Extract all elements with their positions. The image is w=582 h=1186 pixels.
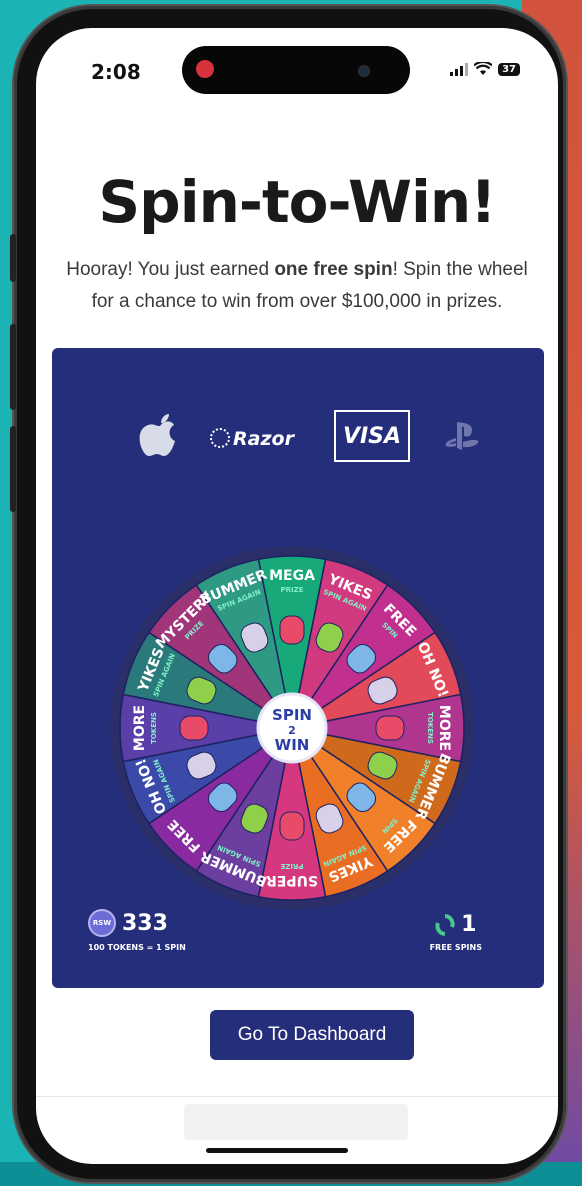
page-title: Spin-to-Win! (98, 168, 496, 236)
wheel-segment-title: MORE (436, 705, 452, 751)
wheel-character-icon (279, 811, 305, 841)
wheel-center-line3: WIN (275, 736, 310, 754)
wheel-segment-title: SUPER (266, 872, 318, 888)
status-icons: 37 (450, 62, 520, 76)
refresh-arrows-icon (435, 913, 455, 936)
token-balance: RSW 333 100 TOKENS = 1 SPIN (88, 909, 186, 952)
camera-icon (358, 65, 370, 77)
spin-wheel-panel: Razor VISA MEGA PRIZE YIKES SPIN AGAIN FREE S… (52, 348, 544, 988)
token-rate-note: 100 TOKENS = 1 SPIN (88, 943, 186, 952)
wheel-segment-title: MORE (132, 705, 148, 751)
wheel-character-icon (375, 715, 405, 741)
free-spins-label: FREE SPINS (429, 943, 482, 952)
phone-side-button (10, 234, 16, 282)
description-text-start: Hooray! You just earned (66, 259, 275, 280)
wheel-center-line1: SPIN (272, 706, 312, 724)
description-highlight: one free spin (274, 259, 393, 280)
signal-icon (450, 62, 469, 76)
home-indicator[interactable] (206, 1148, 348, 1153)
go-to-dashboard-button[interactable]: Go To Dashboard (210, 1010, 414, 1060)
free-spins-count: 1 (461, 912, 477, 937)
phone-volume-down (10, 426, 16, 512)
footer-divider (36, 1096, 558, 1097)
dynamic-island (182, 46, 410, 94)
phone-volume-up (10, 324, 16, 410)
wheel-segment-subtitle: TOKENS (150, 712, 158, 744)
razor-logo-text: Razor (233, 428, 294, 450)
razor-logo: Razor (210, 428, 294, 450)
page-description: Hooray! You just earned one free spin! S… (66, 254, 528, 318)
wifi-icon (474, 62, 493, 75)
wheel-segment-subtitle: PRIZE (280, 862, 303, 870)
wheel-segment-subtitle: TOKENS (426, 712, 434, 744)
visa-logo: VISA (334, 410, 410, 462)
token-coin-icon: RSW (88, 909, 116, 937)
wheel-character-icon (179, 715, 209, 741)
prize-wheel[interactable]: MEGAPRIZE YIKESSPIN AGAINFREESPINOH NO!MO… (108, 544, 476, 912)
prize-brands-row: Razor VISA (52, 410, 544, 466)
token-count: 333 (122, 910, 168, 936)
phone-screen: 2:08 37 Spin-to-Win! Hooray! You just ea… (36, 28, 558, 1164)
wheel-segment-subtitle: PRIZE (281, 586, 304, 594)
apple-logo-icon (139, 414, 175, 456)
wheel-segment-title: MEGA (269, 568, 315, 584)
free-spins-counter: 1 FREE SPINS (430, 912, 482, 952)
wheel-character-icon (279, 615, 305, 645)
status-time: 2:08 (91, 60, 141, 84)
recording-indicator-icon (196, 60, 214, 78)
footer-bar (184, 1104, 408, 1140)
battery-icon: 37 (498, 62, 520, 76)
status-bar: 2:08 37 (36, 28, 558, 108)
playstation-logo-icon (445, 422, 479, 450)
